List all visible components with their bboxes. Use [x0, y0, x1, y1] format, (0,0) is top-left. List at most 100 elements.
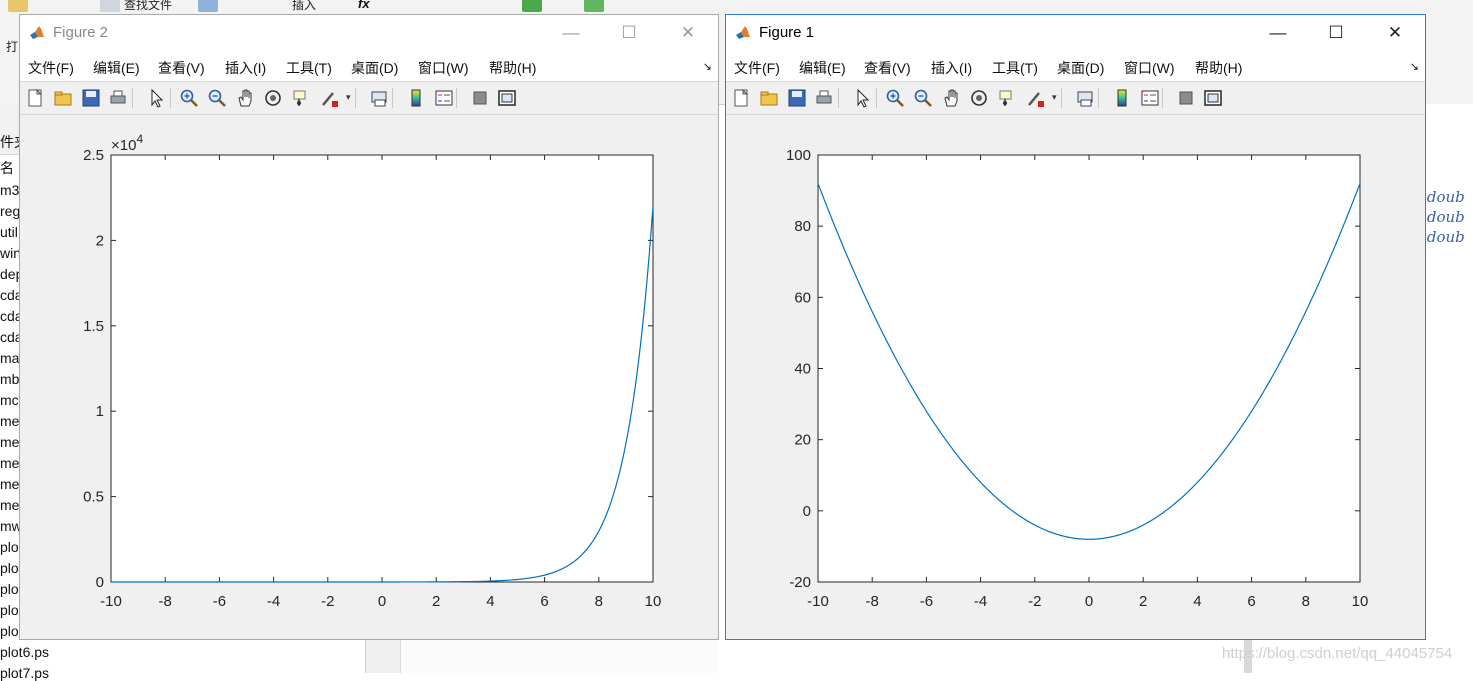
close-button[interactable]: ✕: [665, 15, 711, 51]
legend-icon[interactable]: [434, 88, 454, 108]
pan-icon[interactable]: [941, 88, 961, 108]
menu-item[interactable]: 工具(T): [992, 58, 1038, 78]
print-icon[interactable]: [108, 88, 128, 108]
x-tick-label: 4: [486, 593, 494, 610]
find-files-label[interactable]: 查找文件: [124, 0, 172, 13]
x-tick-label: 8: [1302, 593, 1310, 610]
file-list-item[interactable]: mc: [0, 392, 19, 408]
zoom-out-icon[interactable]: [913, 88, 933, 108]
pan-icon[interactable]: [235, 88, 255, 108]
menu-item[interactable]: 文件(F): [734, 58, 780, 78]
new-figure-icon[interactable]: [25, 88, 45, 108]
file-list-item[interactable]: plot7.ps: [0, 665, 49, 681]
file-list-item[interactable]: plot6.ps: [0, 644, 49, 660]
colorbar-icon[interactable]: [406, 88, 426, 108]
menu-item[interactable]: 插入(I): [225, 58, 266, 78]
close-button[interactable]: ✕: [1372, 15, 1418, 51]
dock-arrow-icon[interactable]: ↘: [703, 60, 712, 73]
name-column-header[interactable]: 名: [0, 158, 14, 178]
data-cursor-icon[interactable]: [291, 88, 311, 108]
file-list-item[interactable]: util: [0, 224, 18, 240]
show-plot-tools-icon[interactable]: [1203, 88, 1223, 108]
menu-item[interactable]: 帮助(H): [1195, 58, 1242, 78]
new-figure-icon[interactable]: [731, 88, 751, 108]
back-arrow-icon[interactable]: [198, 0, 218, 12]
toolbar-separator: [355, 88, 356, 108]
file-list-item[interactable]: me: [0, 413, 19, 429]
menu-item[interactable]: 桌面(D): [351, 58, 398, 78]
title-bar[interactable]: Figure 2 — ☐ ✕: [20, 15, 718, 51]
figure-1-axes[interactable]: -10 -8 -6 -4 -2 0 2 4 6 8 10-20020406080100: [726, 113, 1425, 639]
x-tick-label: -2: [1028, 593, 1041, 610]
edit-plot-icon[interactable]: [146, 88, 166, 108]
menu-item[interactable]: 查看(V): [864, 58, 911, 78]
file-list-item[interactable]: me: [0, 497, 19, 513]
file-list-item[interactable]: plo: [0, 539, 19, 555]
rotate-3d-icon[interactable]: [263, 88, 283, 108]
maximize-button[interactable]: ☐: [606, 15, 652, 51]
brush-icon[interactable]: [1025, 88, 1045, 108]
file-list-item[interactable]: plo: [0, 581, 19, 597]
open-file-icon[interactable]: [759, 88, 779, 108]
minimize-button[interactable]: —: [548, 15, 594, 51]
file-list-item[interactable]: plo: [0, 623, 19, 639]
menu-item[interactable]: 编辑(E): [799, 58, 846, 78]
file-list-item[interactable]: reg: [0, 203, 20, 219]
run-icon[interactable]: [522, 0, 542, 12]
run-section-icon[interactable]: [584, 0, 604, 12]
menu-item[interactable]: 工具(T): [286, 58, 332, 78]
zoom-out-icon[interactable]: [207, 88, 227, 108]
dock-arrow-icon[interactable]: ↘: [1410, 60, 1419, 73]
file-list-item[interactable]: mb: [0, 371, 19, 387]
file-list-item[interactable]: me: [0, 455, 19, 471]
save-icon[interactable]: [81, 88, 101, 108]
fx-icon[interactable]: fx: [358, 0, 378, 12]
zoom-in-icon[interactable]: [885, 88, 905, 108]
zoom-in-icon[interactable]: [179, 88, 199, 108]
window-title: Figure 2: [53, 24, 109, 41]
figure-2-axes[interactable]: -10 -8 -6 -4 -2 0 2 4 6 8 1000.511.522.5×104: [20, 113, 718, 639]
menu-item[interactable]: 编辑(E): [93, 58, 140, 78]
insert-label[interactable]: 插入: [292, 0, 316, 13]
toolbar-separator: [1061, 88, 1062, 108]
menu-item[interactable]: 帮助(H): [489, 58, 536, 78]
colorbar-icon[interactable]: [1112, 88, 1132, 108]
data-cursor-icon[interactable]: [997, 88, 1017, 108]
menu-item[interactable]: 文件(F): [28, 58, 74, 78]
link-plot-icon[interactable]: [369, 88, 389, 108]
hide-plot-tools-icon[interactable]: [1176, 88, 1196, 108]
y-tick-label: 80: [794, 218, 811, 235]
figure-toolbar: ▾: [20, 81, 718, 115]
ribbon-open-label[interactable]: 打: [6, 38, 18, 55]
file-list-item[interactable]: plo: [0, 560, 19, 576]
brush-dropdown-icon[interactable]: ▾: [1052, 92, 1057, 103]
menu-item[interactable]: 窗口(W): [418, 58, 469, 78]
file-list-item[interactable]: plo: [0, 602, 19, 618]
menu-item[interactable]: 窗口(W): [1124, 58, 1175, 78]
file-list-item[interactable]: me: [0, 476, 19, 492]
title-bar[interactable]: Figure 1 — ☐ ✕: [726, 15, 1425, 51]
print-icon[interactable]: [814, 88, 834, 108]
file-list-item[interactable]: win: [0, 245, 21, 261]
figure-2-window[interactable]: Figure 2 — ☐ ✕ 文件(F) 编辑(E) 查看(V) 插入(I) 工具(T)…: [19, 14, 719, 640]
file-list-item[interactable]: me: [0, 434, 19, 450]
minimize-button[interactable]: —: [1255, 15, 1301, 51]
folder-icon[interactable]: [8, 0, 28, 12]
edit-plot-icon[interactable]: [852, 88, 872, 108]
save-icon[interactable]: [787, 88, 807, 108]
menu-item[interactable]: 插入(I): [931, 58, 972, 78]
legend-icon[interactable]: [1140, 88, 1160, 108]
link-plot-icon[interactable]: [1075, 88, 1095, 108]
menu-item[interactable]: 查看(V): [158, 58, 205, 78]
hide-plot-tools-icon[interactable]: [470, 88, 490, 108]
figure-1-window[interactable]: Figure 1 — ☐ ✕ 文件(F) 编辑(E) 查看(V) 插入(I) 工具(T)…: [725, 14, 1426, 640]
rotate-3d-icon[interactable]: [969, 88, 989, 108]
maximize-button[interactable]: ☐: [1313, 15, 1359, 51]
brush-dropdown-icon[interactable]: ▾: [346, 92, 351, 103]
brush-icon[interactable]: [319, 88, 339, 108]
open-file-icon[interactable]: [53, 88, 73, 108]
file-list-item[interactable]: m3: [0, 182, 19, 198]
find-files-icon[interactable]: [100, 0, 120, 12]
show-plot-tools-icon[interactable]: [497, 88, 517, 108]
menu-item[interactable]: 桌面(D): [1057, 58, 1104, 78]
